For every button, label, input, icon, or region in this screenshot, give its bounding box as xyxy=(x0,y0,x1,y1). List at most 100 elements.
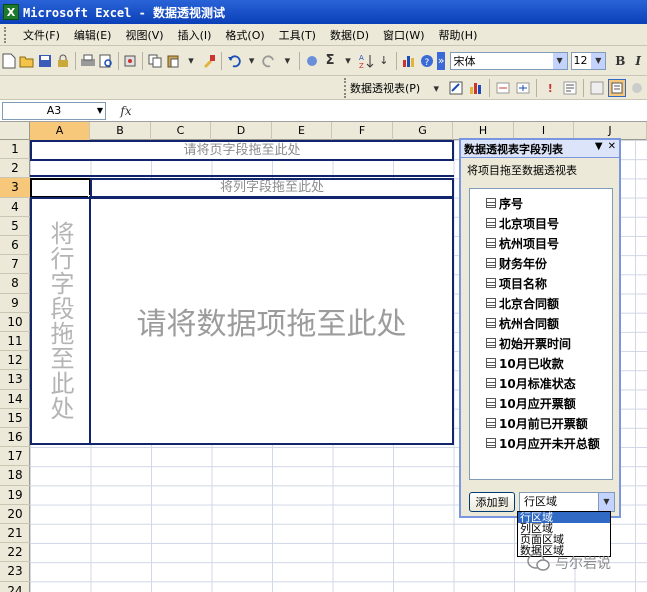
field-item[interactable]: 杭州项目号 xyxy=(486,233,559,253)
help-icon[interactable]: ? xyxy=(419,52,435,70)
bold-button[interactable]: B xyxy=(612,52,628,70)
redo-icon[interactable] xyxy=(262,52,278,70)
column-header-b[interactable]: B xyxy=(90,122,151,140)
field-settings-2-icon[interactable] xyxy=(628,79,646,97)
area-select[interactable]: 行区域 ▼ xyxy=(519,492,615,512)
column-header-f[interactable]: F xyxy=(332,122,393,140)
insert-function-icon[interactable]: fx xyxy=(106,104,146,118)
panel-menu-icon[interactable]: ▼ xyxy=(595,141,603,152)
active-cell-a3[interactable] xyxy=(30,178,93,200)
hyperlink-icon[interactable] xyxy=(304,52,320,70)
menu-format[interactable]: 格式(O) xyxy=(218,27,271,43)
row-header[interactable]: 2 xyxy=(0,159,30,179)
always-display-items-icon[interactable] xyxy=(608,79,627,97)
chevron-down-icon[interactable]: ▾ xyxy=(427,79,445,97)
include-hidden-items-icon[interactable] xyxy=(588,79,606,97)
row-header[interactable]: 16 xyxy=(0,428,30,448)
autosum-icon[interactable]: Σ xyxy=(322,52,338,70)
data-item-drop-area[interactable]: 请将数据项拖至此处 xyxy=(89,197,454,445)
excel-app-icon[interactable]: X xyxy=(3,4,19,20)
name-box[interactable]: A3 ▼ xyxy=(2,101,106,120)
chart-wizard-icon[interactable] xyxy=(401,52,417,70)
field-list-title-bar[interactable]: 数据透视表字段列表 ▼ ✕ xyxy=(461,140,619,158)
chevron-down-icon[interactable]: ▼ xyxy=(598,493,614,511)
copy-icon[interactable] xyxy=(147,52,163,70)
row-header[interactable]: 15 xyxy=(0,409,30,428)
row-header[interactable]: 10 xyxy=(0,313,30,332)
research-icon[interactable] xyxy=(122,52,138,70)
row-header[interactable]: 24 xyxy=(0,582,30,592)
menu-data[interactable]: 数据(D) xyxy=(323,27,376,43)
chevron-down-icon[interactable]: ▼ xyxy=(591,52,606,69)
row-header[interactable]: 19 xyxy=(0,486,30,505)
chevron-down-icon[interactable]: ▼ xyxy=(552,52,567,69)
row-header[interactable]: 22 xyxy=(0,543,30,563)
row-header[interactable]: 3 xyxy=(0,178,30,198)
formula-input[interactable] xyxy=(146,101,645,120)
row-header[interactable]: 8 xyxy=(0,274,30,294)
refresh-data-icon[interactable]: ! xyxy=(541,79,559,97)
toolbar-options-icon[interactable]: » xyxy=(436,51,446,70)
italic-button[interactable]: I xyxy=(630,52,646,70)
field-settings-icon[interactable] xyxy=(561,79,579,97)
row-field-drop-area[interactable]: 将行字段拖至此处 xyxy=(30,197,91,445)
permission-icon[interactable] xyxy=(55,52,71,70)
row-header[interactable]: 1 xyxy=(0,140,30,160)
field-item[interactable]: 10月应开未开总额 xyxy=(486,433,600,453)
print-icon[interactable] xyxy=(80,52,96,70)
format-report-icon[interactable] xyxy=(447,79,465,97)
field-item[interactable]: 10月前已开票额 xyxy=(486,413,588,433)
menu-edit[interactable]: 编辑(E) xyxy=(67,27,119,43)
paste-dropdown-icon[interactable]: ▾ xyxy=(183,52,199,70)
open-folder-icon[interactable] xyxy=(19,52,35,70)
menu-insert[interactable]: 插入(I) xyxy=(171,27,219,43)
undo-dropdown-icon[interactable]: ▾ xyxy=(244,52,260,70)
field-item[interactable]: 财务年份 xyxy=(486,253,547,273)
field-item[interactable]: 10月应开票额 xyxy=(486,393,576,413)
row-header[interactable]: 5 xyxy=(0,217,30,236)
column-header-a[interactable]: A xyxy=(30,122,90,140)
row-header[interactable]: 21 xyxy=(0,524,30,544)
redo-dropdown-icon[interactable]: ▾ xyxy=(279,52,295,70)
field-item[interactable]: 10月已收款 xyxy=(486,353,564,373)
field-item[interactable]: 北京项目号 xyxy=(486,213,559,233)
row-header[interactable]: 14 xyxy=(0,390,30,409)
row-header[interactable]: 7 xyxy=(0,255,30,275)
field-item[interactable]: 杭州合同额 xyxy=(486,313,559,333)
pivot-chart-icon[interactable] xyxy=(467,79,485,97)
print-preview-icon[interactable] xyxy=(98,52,114,70)
page-field-drop-area[interactable]: 请将页字段拖至此处 xyxy=(30,140,454,161)
autosum-dropdown-icon[interactable]: ▾ xyxy=(340,52,356,70)
column-field-drop-area[interactable]: 将列字段拖至此处 xyxy=(90,178,454,198)
pivot-table-menu[interactable]: 数据透视表(P) xyxy=(350,80,420,96)
column-header-d[interactable]: D xyxy=(211,122,272,140)
column-header-c[interactable]: C xyxy=(151,122,211,140)
column-header-g[interactable]: G xyxy=(393,122,453,140)
font-name-select[interactable]: 宋体 ▼ xyxy=(450,51,568,70)
row-header[interactable]: 4 xyxy=(0,198,30,217)
row-header[interactable]: 18 xyxy=(0,466,30,486)
undo-icon[interactable] xyxy=(226,52,242,70)
field-item[interactable]: 北京合同额 xyxy=(486,293,559,313)
field-list[interactable]: 序号 北京项目号 杭州项目号 财务年份 项目名称 北京合同额 杭州合同额 初始开… xyxy=(469,188,613,480)
menu-file[interactable]: 文件(F) xyxy=(16,27,67,43)
row-header[interactable]: 9 xyxy=(0,294,30,313)
field-item[interactable]: 项目名称 xyxy=(486,273,547,293)
new-document-icon[interactable] xyxy=(1,52,17,70)
sort-ascending-icon[interactable]: AZ xyxy=(358,52,374,70)
show-detail-icon[interactable] xyxy=(514,79,532,97)
column-header-e[interactable]: E xyxy=(272,122,332,140)
chevron-down-icon[interactable]: ▼ xyxy=(97,103,103,119)
save-icon[interactable] xyxy=(37,52,53,70)
field-item[interactable]: 初始开票时间 xyxy=(486,333,571,353)
row-header[interactable]: 6 xyxy=(0,236,30,256)
menu-help[interactable]: 帮助(H) xyxy=(432,27,485,43)
field-item[interactable]: 10月标准状态 xyxy=(486,373,576,393)
row-header[interactable]: 13 xyxy=(0,370,30,390)
paste-icon[interactable] xyxy=(165,52,181,70)
menu-window[interactable]: 窗口(W) xyxy=(376,27,431,43)
row-header[interactable]: 11 xyxy=(0,332,30,352)
row-header[interactable]: 17 xyxy=(0,447,30,467)
menubar-grip[interactable] xyxy=(4,26,10,43)
row-header[interactable]: 20 xyxy=(0,505,30,524)
